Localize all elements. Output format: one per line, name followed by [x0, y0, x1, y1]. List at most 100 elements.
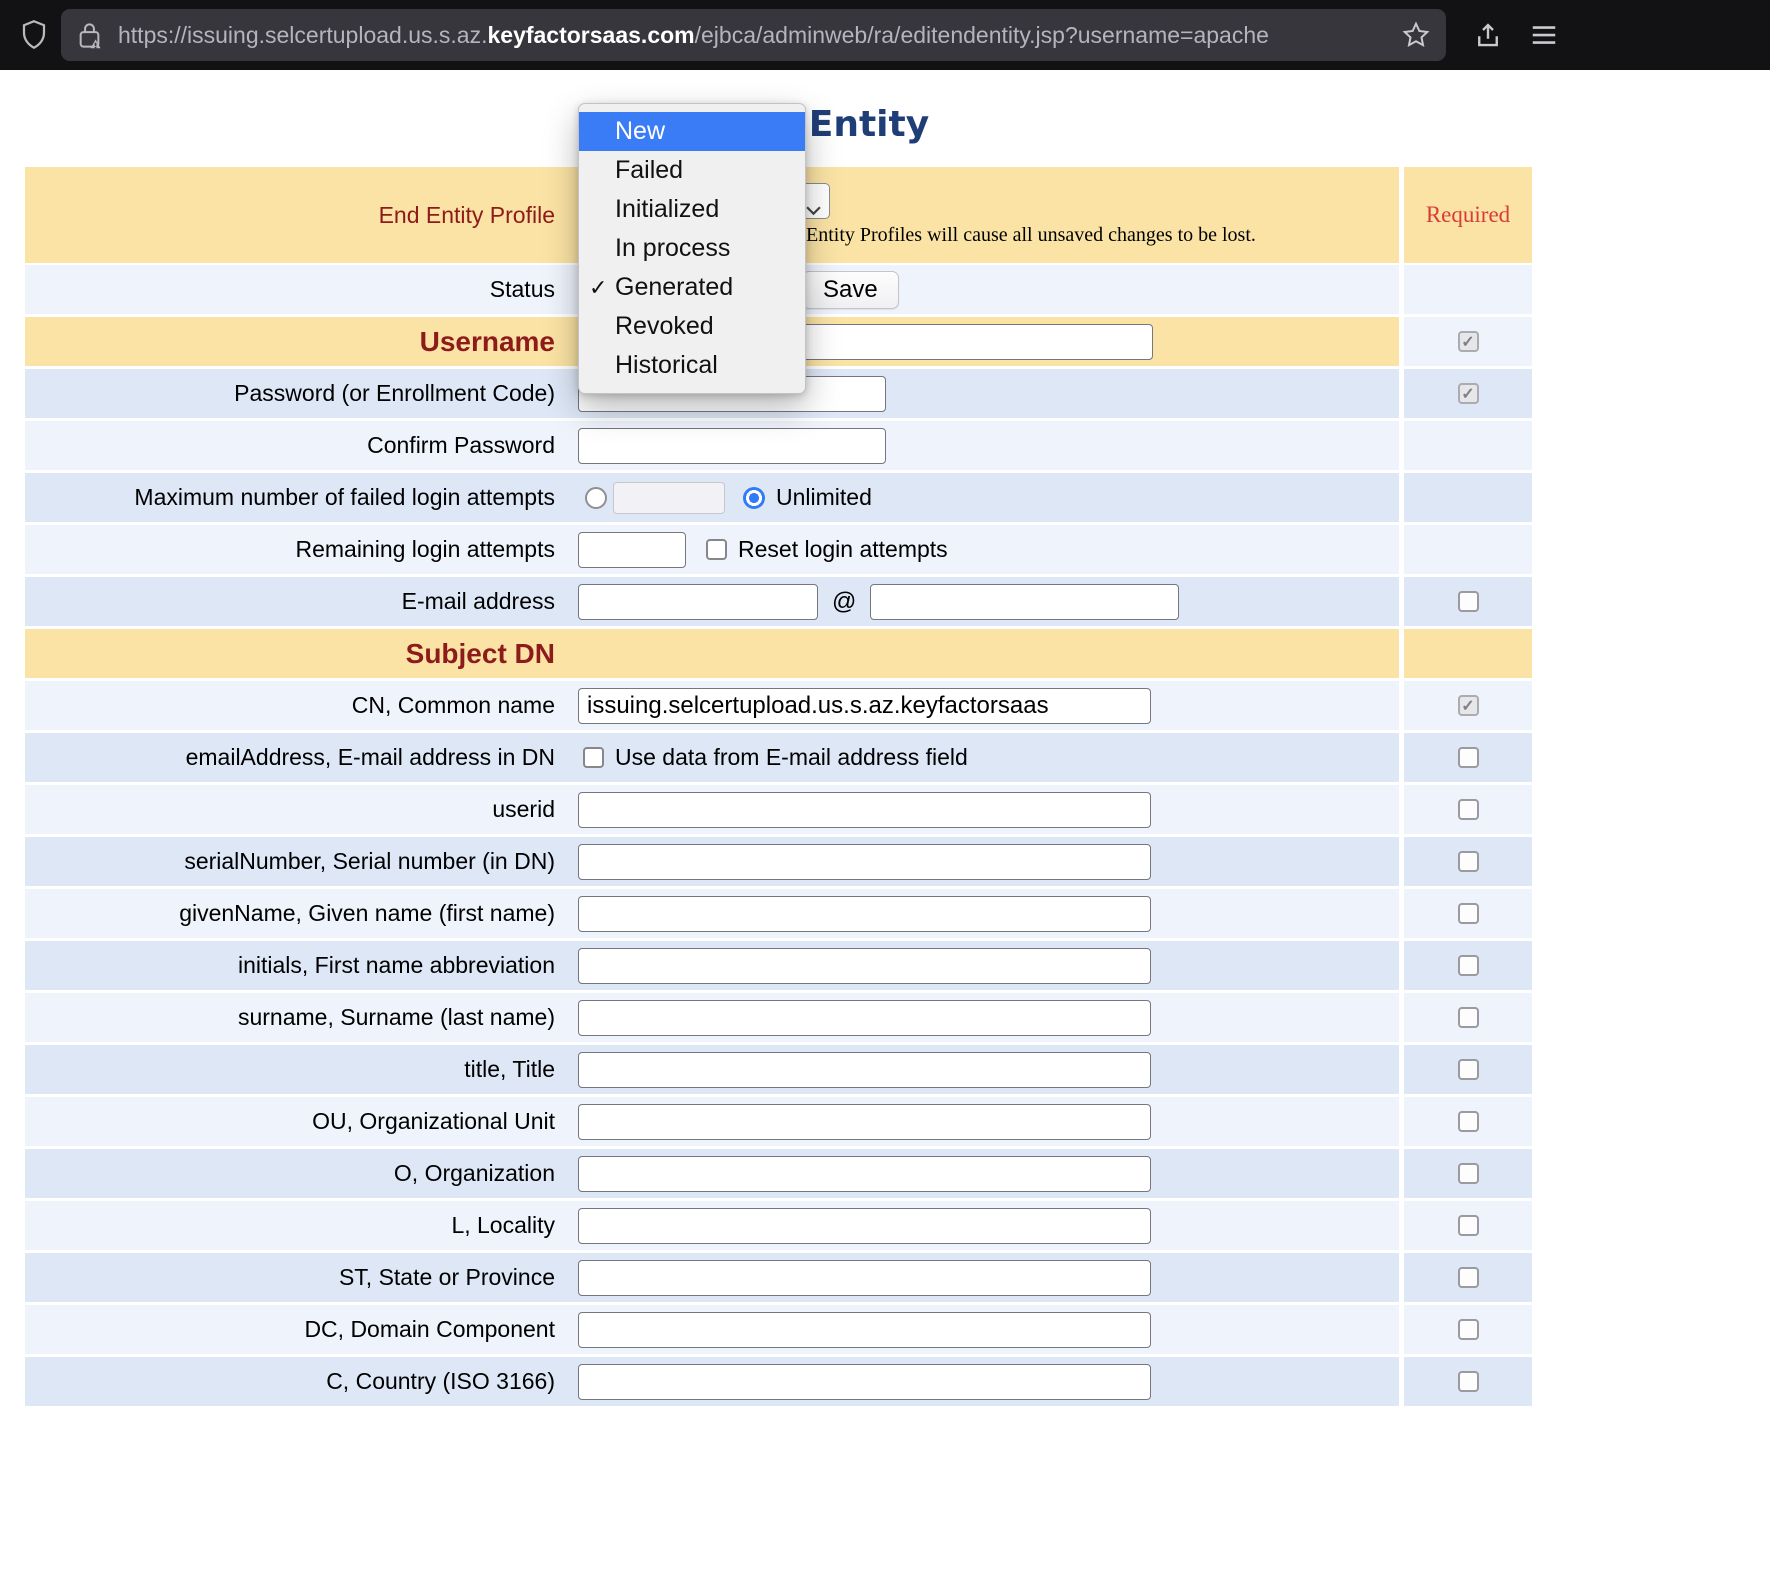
browser-chrome: https://issuing.selcertupload.us.s.az.ke… — [0, 0, 1770, 70]
subject-dn-header-row: Subject DN — [25, 629, 1532, 678]
required-checkbox — [1458, 1007, 1479, 1028]
required-checkbox — [1458, 591, 1479, 612]
required-checkbox — [1458, 1059, 1479, 1080]
dn-field-row: ST, State or Province — [25, 1253, 1532, 1302]
dn-field-row: title, Title — [25, 1045, 1532, 1094]
confirm-password-input[interactable] — [578, 428, 886, 464]
status-dropdown: NewFailedInitializedIn process✓Generated… — [578, 103, 806, 394]
dn-field-row: givenName, Given name (first name) — [25, 889, 1532, 938]
confirm-password-row: Confirm Password — [25, 421, 1532, 470]
chevron-down-icon — [806, 196, 821, 222]
dn-field-input[interactable] — [578, 1260, 1151, 1296]
end-entity-profile-label: End Entity Profile — [25, 202, 565, 229]
save-button[interactable]: Save — [802, 271, 899, 309]
required-checkbox — [1458, 331, 1479, 352]
dn-field-label: L, Locality — [25, 1212, 565, 1239]
dropdown-item[interactable]: Failed — [579, 151, 805, 190]
dropdown-item[interactable]: Revoked — [579, 307, 805, 346]
dn-field-label: DC, Domain Component — [25, 1316, 565, 1343]
max-attempts-unlimited-radio[interactable] — [743, 487, 765, 509]
required-checkbox — [1458, 1111, 1479, 1132]
use-email-data-checkbox[interactable] — [583, 747, 604, 768]
unlimited-label: Unlimited — [776, 484, 872, 511]
required-checkbox — [1458, 1215, 1479, 1236]
email-address-row: E-mail address @ — [25, 577, 1532, 626]
dropdown-item[interactable]: In process — [579, 229, 805, 268]
dropdown-item[interactable]: Historical — [579, 346, 805, 385]
required-checkbox — [1458, 383, 1479, 404]
dn-field-input[interactable] — [578, 1208, 1151, 1244]
dn-field-label: C, Country (ISO 3166) — [25, 1368, 565, 1395]
dn-field-label: title, Title — [25, 1056, 565, 1083]
remaining-logins-row: Remaining login attempts Reset login att… — [25, 525, 1532, 574]
dn-field-input[interactable] — [578, 948, 1151, 984]
required-checkbox — [1458, 1371, 1479, 1392]
use-email-data-label: Use data from E-mail address field — [615, 744, 968, 771]
reset-login-attempts-checkbox[interactable] — [706, 539, 727, 560]
url-prefix: https://issuing.selcertupload.us.s.az. — [118, 22, 487, 48]
dn-field-label: surname, Surname (last name) — [25, 1004, 565, 1031]
dropdown-item[interactable]: Initialized — [579, 190, 805, 229]
dn-field-label: userid — [25, 796, 565, 823]
required-column-header: Required — [1426, 202, 1510, 228]
common-name-input[interactable] — [578, 688, 1151, 724]
confirm-password-label: Confirm Password — [25, 432, 565, 459]
dn-field-row: DC, Domain Component — [25, 1305, 1532, 1354]
email-in-dn-row: emailAddress, E-mail address in DN Use d… — [25, 733, 1532, 782]
dn-field-input[interactable] — [578, 896, 1151, 932]
common-name-label: CN, Common name — [25, 692, 565, 719]
required-checkbox — [1458, 955, 1479, 976]
dn-field-input[interactable] — [578, 1312, 1151, 1348]
check-icon: ✓ — [589, 268, 607, 307]
dn-field-row: initials, First name abbreviation — [25, 941, 1532, 990]
dn-field-label: ST, State or Province — [25, 1264, 565, 1291]
max-failed-logins-row: Maximum number of failed login attempts … — [25, 473, 1532, 522]
remaining-logins-input[interactable] — [578, 532, 686, 568]
url-bar[interactable]: https://issuing.selcertupload.us.s.az.ke… — [61, 9, 1446, 61]
dn-field-row: L, Locality — [25, 1201, 1532, 1250]
lock-warning-icon[interactable] — [76, 20, 103, 51]
page-content: Edit End Entity End Entity Profile Chang… — [0, 70, 1770, 1574]
dn-field-row: OU, Organizational Unit — [25, 1097, 1532, 1146]
menu-hamburger-icon[interactable] — [1529, 20, 1559, 50]
url-text[interactable]: https://issuing.selcertupload.us.s.az.ke… — [118, 22, 1401, 49]
required-checkbox — [1458, 903, 1479, 924]
dn-field-row: serialNumber, Serial number (in DN) — [25, 837, 1532, 886]
dropdown-item[interactable]: ✓Generated — [579, 268, 805, 307]
max-attempts-input — [613, 482, 725, 514]
required-checkbox — [1458, 695, 1479, 716]
email-address-label: E-mail address — [25, 588, 565, 615]
bookmark-star-icon[interactable] — [1401, 20, 1431, 50]
required-checkbox — [1458, 799, 1479, 820]
reset-login-attempts-label: Reset login attempts — [738, 536, 948, 563]
remaining-logins-label: Remaining login attempts — [25, 536, 565, 563]
url-domain: keyfactorsaas.com — [487, 22, 694, 48]
max-attempts-specify-radio[interactable] — [585, 487, 607, 509]
dn-field-input[interactable] — [578, 1364, 1151, 1400]
email-in-dn-label: emailAddress, E-mail address in DN — [25, 744, 565, 771]
dn-field-row: O, Organization — [25, 1149, 1532, 1198]
dn-field-input[interactable] — [578, 1000, 1151, 1036]
share-icon[interactable] — [1473, 20, 1503, 50]
dropdown-item[interactable]: New — [579, 112, 805, 151]
required-checkbox — [1458, 1319, 1479, 1340]
dn-field-label: OU, Organizational Unit — [25, 1108, 565, 1135]
dn-field-input[interactable] — [578, 792, 1151, 828]
dn-field-input[interactable] — [578, 1052, 1151, 1088]
email-domain-input[interactable] — [870, 584, 1179, 620]
dn-field-input[interactable] — [578, 844, 1151, 880]
dn-field-input[interactable] — [578, 1104, 1151, 1140]
dn-field-label: initials, First name abbreviation — [25, 952, 565, 979]
common-name-row: CN, Common name — [25, 681, 1532, 730]
dn-field-input[interactable] — [578, 1156, 1151, 1192]
required-checkbox — [1458, 851, 1479, 872]
dn-field-row: C, Country (ISO 3166) — [25, 1357, 1532, 1406]
dn-field-row: surname, Surname (last name) — [25, 993, 1532, 1042]
url-path: /ejbca/adminweb/ra/editendentity.jsp?use… — [695, 22, 1269, 48]
shield-icon[interactable] — [19, 18, 49, 52]
password-label: Password (or Enrollment Code) — [25, 380, 565, 407]
required-checkbox — [1458, 1267, 1479, 1288]
email-local-input[interactable] — [578, 584, 818, 620]
subject-dn-section-label: Subject DN — [25, 638, 565, 670]
max-failed-logins-label: Maximum number of failed login attempts — [25, 484, 565, 511]
